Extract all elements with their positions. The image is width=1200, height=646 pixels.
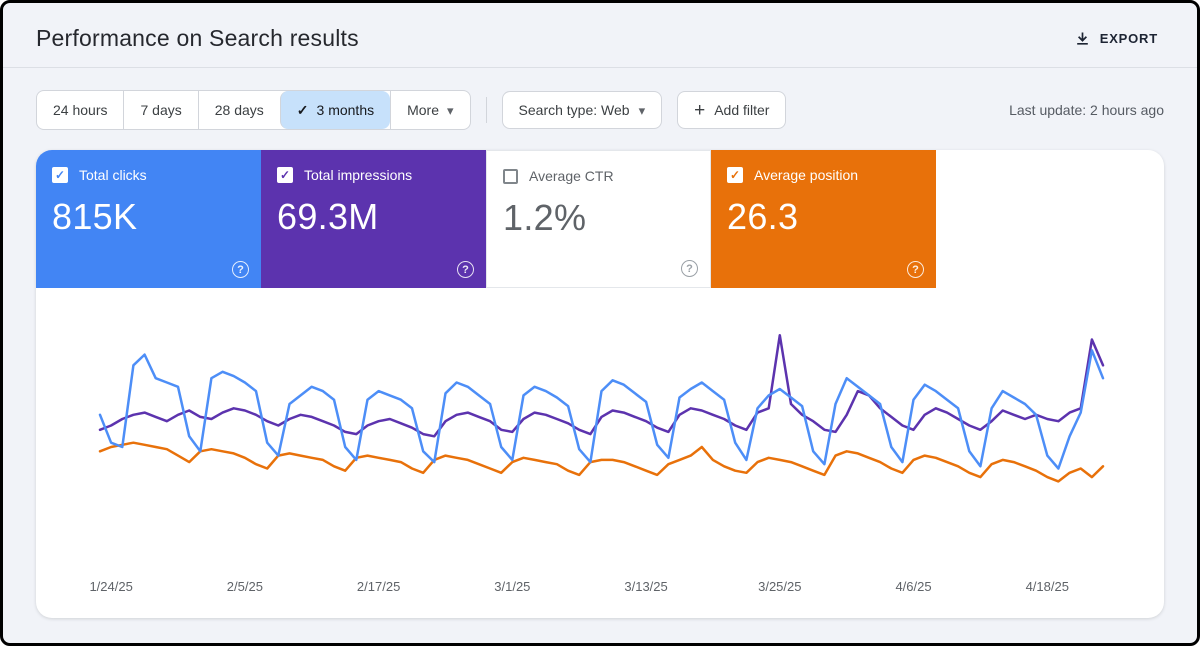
metric-label: Total clicks (79, 167, 147, 183)
search-type-label: Search type: Web (519, 102, 630, 118)
metric-value: 1.2% (503, 197, 694, 239)
search-type-filter[interactable]: Search type: Web (502, 91, 663, 129)
plus-icon (694, 101, 705, 120)
metric-card-total-impressions[interactable]: Total impressions 69.3M (261, 150, 486, 288)
metric-header: Average position (727, 167, 920, 183)
x-axis-label: 4/18/25 (1026, 579, 1069, 594)
date-range-label: 28 days (215, 102, 264, 118)
metric-label: Total impressions (304, 167, 412, 183)
chart-line (100, 350, 1103, 468)
x-axis-label: 2/5/25 (227, 579, 263, 594)
performance-chart: 1/24/25 2/5/25 2/17/25 3/1/25 3/13/25 3/25/25… (36, 288, 1164, 618)
date-range-label: 7 days (140, 102, 181, 118)
metric-card-average-position[interactable]: Average position 26.3 (711, 150, 936, 288)
metric-card-total-clicks[interactable]: Total clicks 815K (36, 150, 261, 288)
date-range-label: 3 months (317, 102, 375, 118)
x-axis-labels: 1/24/25 2/5/25 2/17/25 3/1/25 3/13/25 3/25/25… (36, 574, 1164, 608)
metric-value: 26.3 (727, 196, 920, 238)
check-icon (297, 102, 309, 119)
checkbox-unchecked-icon[interactable] (503, 169, 518, 184)
export-button[interactable]: EXPORT (1068, 29, 1164, 48)
x-axis-label: 4/6/25 (895, 579, 931, 594)
more-label: More (407, 102, 439, 118)
toolbar-divider (486, 97, 487, 123)
date-range-7-days[interactable]: 7 days (123, 91, 197, 129)
help-icon[interactable] (907, 261, 924, 278)
x-axis-label: 1/24/25 (89, 579, 132, 594)
x-axis-label: 3/13/25 (624, 579, 667, 594)
date-range-label: 24 hours (53, 102, 107, 118)
more-button[interactable]: More (390, 91, 469, 129)
add-filter-label: Add filter (714, 102, 769, 118)
metric-label: Average position (754, 167, 858, 183)
checkbox-checked-icon[interactable] (52, 167, 68, 183)
help-icon[interactable] (457, 261, 474, 278)
x-axis-label: 2/17/25 (357, 579, 400, 594)
chevron-down-icon (639, 102, 646, 119)
checkbox-checked-icon[interactable] (727, 167, 743, 183)
metric-header: Average CTR (503, 168, 694, 184)
date-range-3-months[interactable]: 3 months (280, 91, 390, 129)
x-axis-label: 3/25/25 (758, 579, 801, 594)
page-title: Performance on Search results (36, 25, 359, 52)
toolbar: 24 hours 7 days 28 days 3 months More Se… (3, 68, 1197, 130)
add-filter-button[interactable]: Add filter (677, 91, 786, 129)
metric-header: Total clicks (52, 167, 245, 183)
metric-label: Average CTR (529, 168, 614, 184)
date-range-group: 24 hours 7 days 28 days 3 months More (36, 90, 471, 130)
date-range-28-days[interactable]: 28 days (198, 91, 280, 129)
checkbox-checked-icon[interactable] (277, 167, 293, 183)
date-range-24-hours[interactable]: 24 hours (37, 91, 123, 129)
report-card: Total clicks 815K Total impressions 69.3… (36, 150, 1164, 618)
chevron-down-icon (447, 102, 454, 119)
x-axis-label: 3/1/25 (494, 579, 530, 594)
metric-value: 815K (52, 196, 245, 238)
metric-header: Total impressions (277, 167, 470, 183)
header: Performance on Search results EXPORT (3, 3, 1197, 67)
metric-card-average-ctr[interactable]: Average CTR 1.2% (486, 150, 711, 288)
performance-chart-svg (36, 302, 1164, 574)
search-console-performance-page: Performance on Search results EXPORT 24 … (0, 0, 1200, 646)
chart-line (100, 443, 1103, 482)
metric-value: 69.3M (277, 196, 470, 238)
download-icon (1074, 30, 1091, 47)
metric-cards: Total clicks 815K Total impressions 69.3… (36, 150, 1164, 288)
help-icon[interactable] (232, 261, 249, 278)
export-label: EXPORT (1100, 31, 1158, 46)
help-icon[interactable] (681, 260, 698, 277)
last-update-text: Last update: 2 hours ago (1009, 102, 1164, 118)
